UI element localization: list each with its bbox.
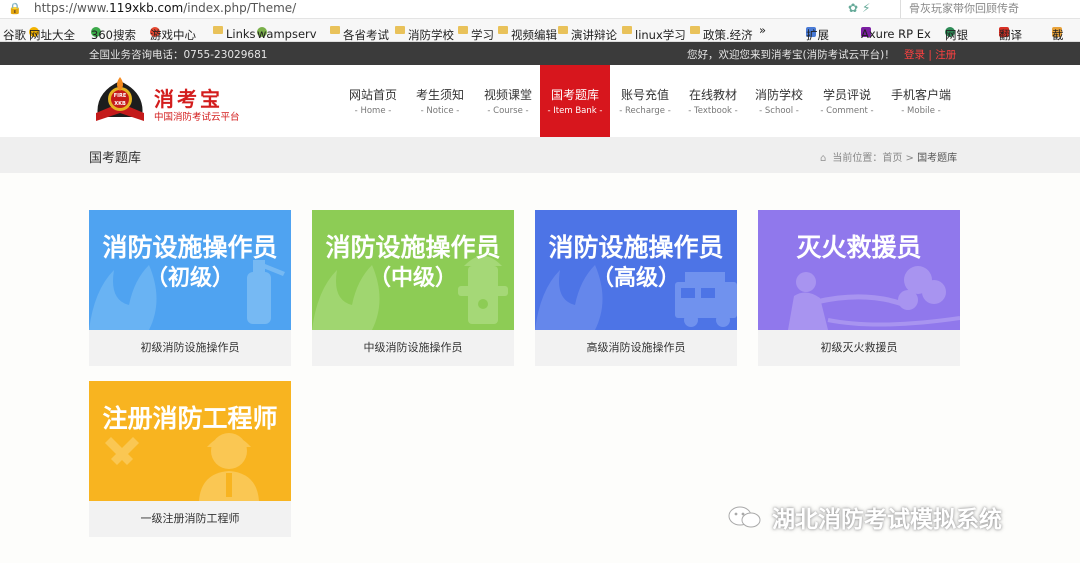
fire-helmet-logo-icon[interactable]: FIRE XKB xyxy=(92,73,148,129)
bookmark-item[interactable]: 消防学校 xyxy=(395,23,454,41)
url-field[interactable]: https://www.119xkb.com/index.php/Theme/ xyxy=(34,1,296,15)
card-caption[interactable]: 中级消防设施操作员 xyxy=(312,330,514,366)
nav-mobile[interactable]: 手机客户端 - Mobile - xyxy=(885,65,957,137)
card-title-line2: （中级） xyxy=(368,266,457,291)
site-header: FIRE XKB 消考宝 中国消防考试云平台 网站首页 - Home - 考生须知… xyxy=(0,65,1080,137)
wechat-icon xyxy=(728,506,761,528)
card-image: 消防设施操作员 （中级） xyxy=(312,210,514,330)
hotline-text: 全国业务咨询电话：0755-23029681 xyxy=(89,49,268,61)
card-title-line2: （高级） xyxy=(591,266,680,291)
nav-item-bank[interactable]: 国考题库 - Item Bank - xyxy=(540,65,610,137)
bookmarks-bar: 谷歌 网址大全 360搜索 游戏中心 Links wampserv 各省考试 消… xyxy=(0,19,1080,42)
bookmark-item[interactable]: Links xyxy=(213,23,256,41)
browser-action-icons[interactable]: ✿⚡ xyxy=(848,1,874,15)
welcome-text: 您好，欢迎您来到消考宝(消防考试云平台)！ xyxy=(687,49,895,61)
card-image: 消防设施操作员 （初级） xyxy=(89,210,291,330)
nav-school[interactable]: 消防学校 - School - xyxy=(748,65,810,137)
bookmarks-overflow-button[interactable]: » xyxy=(759,23,766,37)
card-title-line1: 消防设施操作员 xyxy=(548,233,724,262)
card-image: 灭火救援员 xyxy=(758,210,960,330)
folder-icon xyxy=(213,26,223,34)
nav-recharge[interactable]: 账号充值 - Recharge - xyxy=(612,65,678,137)
card-image: 消防设施操作员 （高级） xyxy=(535,210,737,330)
bookmark-item[interactable]: 视频编辑 xyxy=(498,23,557,41)
exam-card-advanced-operator[interactable]: 消防设施操作员 （高级） 高级消防设施操作员 xyxy=(535,210,737,366)
page-title-band: 国考题库 ⌂ 当前位置：首页 > 国考题库 xyxy=(0,137,1080,173)
breadcrumb-current: 国考题库 xyxy=(917,153,958,164)
card-image: 注册消防工程师 xyxy=(89,381,291,501)
folder-icon xyxy=(558,26,568,34)
exam-card-basic-operator[interactable]: 消防设施操作员 （初级） 初级消防设施操作员 xyxy=(89,210,291,366)
logo-bottom-text: XKB xyxy=(114,101,126,107)
exam-card-rescuer[interactable]: 灭火救援员 初级灭火救援员 xyxy=(758,210,960,366)
breadcrumb-home-link[interactable]: 首页 xyxy=(882,153,902,164)
folder-icon xyxy=(330,26,340,34)
logo-top-text: FIRE xyxy=(114,93,127,99)
card-caption[interactable]: 一级注册消防工程师 xyxy=(89,501,291,537)
brand-name[interactable]: 消考宝 xyxy=(154,83,223,112)
folder-icon xyxy=(622,26,632,34)
lock-icon: 🔒 xyxy=(8,2,22,15)
home-icon: ⌂ xyxy=(820,153,827,164)
folder-icon xyxy=(458,26,468,34)
bookmark-item[interactable]: linux学习 xyxy=(622,23,686,41)
folder-icon xyxy=(690,26,700,34)
breadcrumb: ⌂ 当前位置：首页 > 国考题库 xyxy=(820,153,958,164)
folder-icon xyxy=(498,26,508,34)
bookmark-item[interactable]: 演讲辩论 xyxy=(558,23,617,41)
bookmark-item[interactable]: 各省考试 xyxy=(330,23,389,41)
bookmark-item[interactable]: 政策.经济 xyxy=(690,23,753,41)
card-caption[interactable]: 高级消防设施操作员 xyxy=(535,330,737,366)
card-title-line1: 消防设施操作员 xyxy=(102,233,278,262)
card-title-line1: 消防设施操作员 xyxy=(325,233,501,262)
login-register-links[interactable]: 登录 | 注册 xyxy=(904,47,956,62)
exam-card-engineer[interactable]: 注册消防工程师 一级注册消防工程师 xyxy=(89,381,291,537)
nav-course[interactable]: 视频课堂 - Course - xyxy=(475,65,541,137)
browser-address-bar[interactable]: 🔒 https://www.119xkb.com/index.php/Theme… xyxy=(0,0,1080,19)
card-title-line2: （初级） xyxy=(145,266,234,291)
nav-notice[interactable]: 考生须知 - Notice - xyxy=(407,65,473,137)
exam-card-intermediate-operator[interactable]: 消防设施操作员 （中级） 中级消防设施操作员 xyxy=(312,210,514,366)
card-caption[interactable]: 初级灭火救援员 xyxy=(758,330,960,366)
nav-home[interactable]: 网站首页 - Home - xyxy=(341,65,405,137)
site-topbar: 全国业务咨询电话：0755-23029681 您好，欢迎您来到消考宝(消防考试云… xyxy=(0,42,1080,65)
browser-search-box[interactable]: 骨灰玩家带你回顾传奇 xyxy=(900,0,1080,18)
page-title: 国考题库 xyxy=(89,151,142,166)
nav-comment[interactable]: 学员评说 - Comment - xyxy=(814,65,880,137)
folder-icon xyxy=(395,26,405,34)
watermark-text: 湖北消防考试模拟系统 xyxy=(772,507,1002,533)
brand-tagline: 中国消防考试云平台 xyxy=(154,112,240,123)
card-title-line1: 灭火救援员 xyxy=(796,233,922,262)
card-title-line1: 注册消防工程师 xyxy=(102,404,278,433)
card-caption[interactable]: 初级消防设施操作员 xyxy=(89,330,291,366)
bookmark-item[interactable]: 学习 xyxy=(458,23,494,41)
nav-textbook[interactable]: 在线教材 - Textbook - xyxy=(680,65,746,137)
